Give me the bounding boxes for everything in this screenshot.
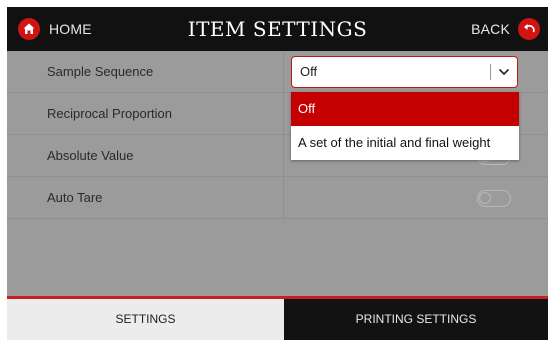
column-divider <box>283 135 284 176</box>
empty-panel-area <box>7 219 548 296</box>
setting-row-sample-sequence: Sample Sequence Off <box>7 51 548 93</box>
bottom-tab-bar: SETTINGS PRINTING SETTINGS <box>7 296 548 340</box>
column-divider <box>283 177 284 218</box>
back-button[interactable]: BACK <box>471 7 540 51</box>
header-bar: HOME ITEM SETTINGS BACK <box>7 7 548 51</box>
dropdown-option-off[interactable]: Off <box>291 92 519 126</box>
column-divider <box>283 93 284 134</box>
sample-sequence-dropdown: Off A set of the initial and final weigh… <box>291 92 519 160</box>
page-title: ITEM SETTINGS <box>187 17 368 41</box>
setting-label: Auto Tare <box>47 190 103 205</box>
tab-printing-settings[interactable]: PRINTING SETTINGS <box>284 299 548 340</box>
setting-row-auto-tare: Auto Tare <box>7 177 548 219</box>
setting-label: Reciprocal Proportion <box>47 106 173 121</box>
app-frame: HOME ITEM SETTINGS BACK Sample Sequence … <box>7 7 548 340</box>
select-separator <box>490 64 491 80</box>
setting-label: Sample Sequence <box>47 64 154 79</box>
tab-settings[interactable]: SETTINGS <box>7 299 284 340</box>
back-arrow-icon <box>518 18 540 40</box>
sample-sequence-select[interactable]: Off <box>291 56 518 88</box>
dropdown-option-initial-final-weight[interactable]: A set of the initial and final weight <box>291 126 519 160</box>
column-divider <box>283 51 284 92</box>
select-value: Off <box>300 64 318 79</box>
setting-label: Absolute Value <box>47 148 134 163</box>
auto-tare-toggle[interactable] <box>477 190 511 207</box>
chevron-down-icon <box>498 68 510 76</box>
back-label: BACK <box>471 21 510 37</box>
toggle-knob <box>479 192 491 204</box>
